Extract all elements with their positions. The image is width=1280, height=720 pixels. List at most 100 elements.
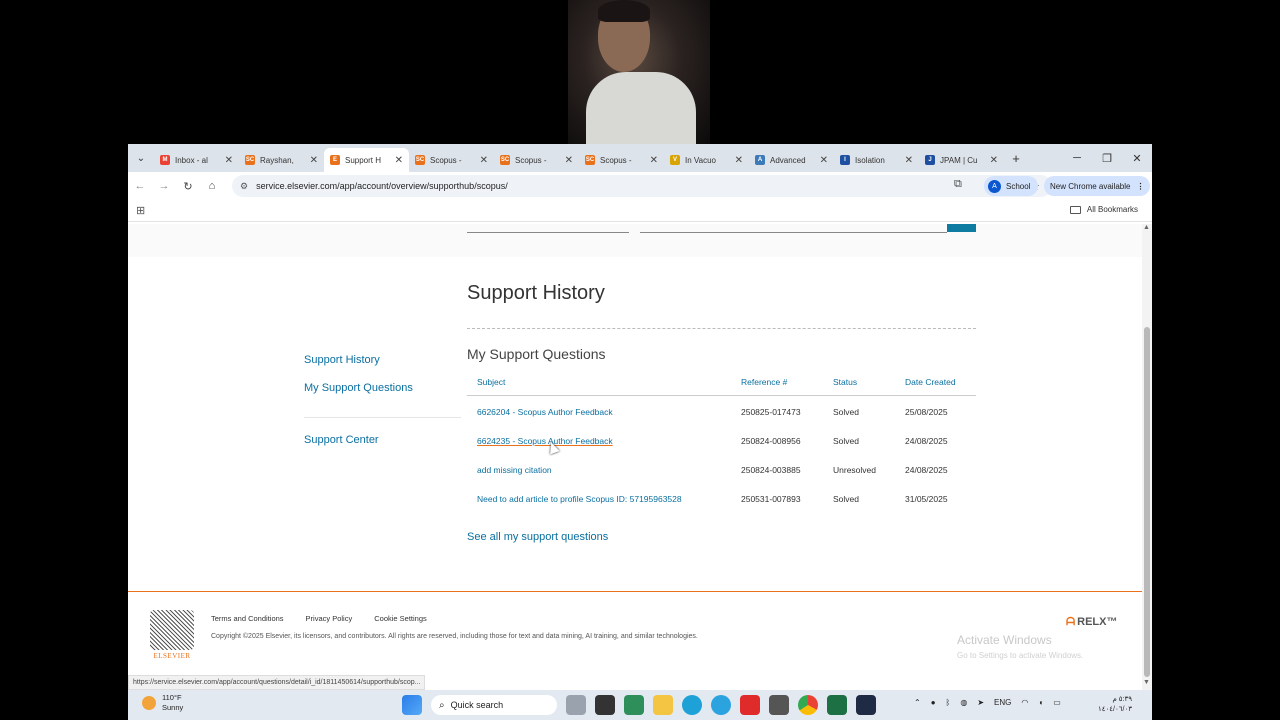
file-explorer-icon[interactable] bbox=[653, 695, 673, 715]
tab-label: Rayshan, bbox=[260, 155, 294, 165]
excel-icon[interactable] bbox=[827, 695, 847, 715]
browser-tab[interactable]: J JPAM | Cu ✕ bbox=[919, 148, 1004, 172]
table-row: add missing citation 250824-003885 Unres… bbox=[467, 454, 976, 483]
profile-button[interactable]: A School bbox=[984, 176, 1039, 196]
widgets-icon[interactable] bbox=[566, 695, 586, 715]
reference-number: 250531-007893 bbox=[741, 494, 801, 504]
relx-logo[interactable]: ᗩ RELX™ bbox=[1066, 616, 1117, 629]
terms-link[interactable]: Terms and Conditions bbox=[211, 614, 284, 623]
column-header-subject[interactable]: Subject bbox=[477, 377, 505, 387]
tab-label: Support H bbox=[345, 155, 382, 165]
tab-close-icon[interactable]: ✕ bbox=[480, 155, 488, 166]
tab-label: Advanced bbox=[770, 155, 806, 165]
telegram-icon[interactable] bbox=[711, 695, 731, 715]
sidebar-item-my-support-questions[interactable]: My Support Questions bbox=[304, 382, 413, 394]
app-icon[interactable] bbox=[856, 695, 876, 715]
clock[interactable]: ٥:٣٩ م ١٤٠٤/٠٦/٠٣ bbox=[1098, 695, 1132, 715]
language-indicator[interactable]: ENG bbox=[994, 698, 1011, 707]
edge-icon[interactable] bbox=[682, 695, 702, 715]
address-bar[interactable]: ⚙ service.elsevier.com/app/account/overv… bbox=[232, 175, 1052, 197]
copyright-text: Copyright ©2025 Elsevier, its licensors,… bbox=[211, 633, 698, 640]
question-subject-link[interactable]: 6624235 - Scopus Author Feedback bbox=[477, 436, 613, 446]
browser-window: ⌄ M Inbox - al ✕ SC Rayshan, ✕ E Support H ✕ SC S… bbox=[128, 144, 1152, 690]
scroll-down-icon[interactable]: ▼ bbox=[1143, 679, 1150, 686]
webcam-person-hair bbox=[598, 0, 650, 22]
task-view-icon[interactable] bbox=[595, 695, 615, 715]
youtube-icon[interactable] bbox=[740, 695, 760, 715]
sidebar-item-support-center[interactable]: Support Center bbox=[304, 434, 379, 446]
avatar: A bbox=[988, 179, 1001, 193]
tab-close-icon[interactable]: ✕ bbox=[310, 155, 318, 166]
browser-tab[interactable]: SC Scopus - ✕ bbox=[409, 148, 494, 172]
browser-tab[interactable]: A Advanced ✕ bbox=[749, 148, 834, 172]
webcam-overlay bbox=[568, 0, 710, 144]
site-info-icon[interactable]: ⚙ bbox=[240, 181, 248, 192]
extensions-icon[interactable]: ⧉ bbox=[954, 178, 962, 191]
back-button[interactable]: ← bbox=[128, 180, 152, 192]
bluetooth-icon[interactable]: ᛒ bbox=[946, 698, 951, 707]
column-header-reference[interactable]: Reference # bbox=[741, 377, 787, 387]
weather-widget[interactable]: 110°F Sunny bbox=[142, 693, 183, 713]
tab-close-icon[interactable]: ✕ bbox=[650, 155, 658, 166]
tab-close-icon[interactable]: ✕ bbox=[905, 155, 913, 166]
table-row: 6624235 - Scopus Author Feedback 250824-… bbox=[467, 425, 976, 454]
cookie-settings-link[interactable]: Cookie Settings bbox=[374, 614, 427, 623]
elsevier-tree-icon bbox=[150, 610, 194, 650]
page-title: Support History bbox=[467, 282, 605, 304]
column-header-date-created[interactable]: Date Created bbox=[905, 377, 956, 387]
question-subject-link[interactable]: Need to add article to profile Scopus ID… bbox=[477, 494, 682, 504]
tab-search-icon[interactable]: ⌄ bbox=[128, 144, 154, 172]
see-all-questions-link[interactable]: See all my support questions bbox=[467, 531, 608, 543]
browser-tab[interactable]: SC Rayshan, ✕ bbox=[239, 148, 324, 172]
tab-close-icon[interactable]: ✕ bbox=[225, 155, 233, 166]
tab-favicon-icon: E bbox=[330, 155, 340, 165]
taskbar-apps: ⌕ Quick search bbox=[402, 695, 885, 715]
taskbar-search[interactable]: ⌕ Quick search bbox=[431, 695, 557, 715]
app-icon[interactable] bbox=[624, 695, 644, 715]
apps-grid-icon[interactable]: ⊞ bbox=[136, 204, 145, 217]
new-tab-button[interactable]: + bbox=[1004, 151, 1028, 166]
scrollbar-thumb[interactable] bbox=[1144, 327, 1150, 677]
minimize-button[interactable]: ─ bbox=[1062, 144, 1092, 172]
forward-button[interactable]: → bbox=[152, 180, 176, 192]
browser-tab[interactable]: I Isolation ✕ bbox=[834, 148, 919, 172]
chrome-icon[interactable] bbox=[798, 695, 818, 715]
header-strip bbox=[128, 224, 1142, 257]
table-row: Need to add article to profile Scopus ID… bbox=[467, 483, 976, 512]
new-chrome-available-button[interactable]: New Chrome available ⋮ bbox=[1044, 176, 1151, 196]
browser-tab[interactable]: M Inbox - al ✕ bbox=[154, 148, 239, 172]
windows-start-icon[interactable] bbox=[402, 695, 422, 715]
reload-button[interactable]: ↻ bbox=[176, 180, 200, 193]
question-subject-link[interactable]: add missing citation bbox=[477, 465, 552, 475]
battery-icon[interactable]: ▭ bbox=[1053, 698, 1061, 707]
close-window-button[interactable]: ✕ bbox=[1122, 144, 1152, 172]
app-icon[interactable] bbox=[769, 695, 789, 715]
scroll-up-icon[interactable]: ▲ bbox=[1143, 224, 1150, 231]
volume-icon[interactable]: ◖ bbox=[1038, 698, 1043, 707]
tab-close-icon[interactable]: ✕ bbox=[395, 155, 403, 166]
browser-tab[interactable]: SC Scopus - ✕ bbox=[494, 148, 579, 172]
tray-app-icon[interactable]: ● bbox=[931, 698, 936, 707]
page-scrollbar[interactable]: ▲ ▼ bbox=[1142, 224, 1152, 690]
tab-label: Inbox - al bbox=[175, 155, 208, 165]
tab-close-icon[interactable]: ✕ bbox=[820, 155, 828, 166]
browser-tab[interactable]: V In Vacuo ✕ bbox=[664, 148, 749, 172]
home-button[interactable]: ⌂ bbox=[200, 180, 224, 192]
chevron-up-icon[interactable]: ⌃ bbox=[914, 698, 921, 707]
question-subject-link[interactable]: 6626204 - Scopus Author Feedback bbox=[477, 407, 613, 417]
restore-button[interactable]: ❐ bbox=[1092, 144, 1122, 172]
tab-close-icon[interactable]: ✕ bbox=[565, 155, 573, 166]
wifi-icon[interactable]: ◠ bbox=[1021, 698, 1028, 707]
mic-icon[interactable]: ◍ bbox=[960, 698, 967, 707]
tab-close-icon[interactable]: ✕ bbox=[990, 155, 998, 166]
privacy-link[interactable]: Privacy Policy bbox=[306, 614, 353, 623]
sidebar-item-support-history[interactable]: Support History bbox=[304, 354, 380, 366]
all-bookmarks-button[interactable]: All Bookmarks bbox=[1069, 205, 1138, 214]
elsevier-logo[interactable]: ELSEVIER bbox=[150, 610, 194, 660]
tab-close-icon[interactable]: ✕ bbox=[735, 155, 743, 166]
browser-tab[interactable]: E Support H ✕ bbox=[324, 148, 409, 172]
location-icon[interactable]: ➤ bbox=[977, 698, 984, 707]
column-header-status[interactable]: Status bbox=[833, 377, 857, 387]
browser-tab[interactable]: SC Scopus - ✕ bbox=[579, 148, 664, 172]
header-accent-block bbox=[947, 224, 976, 232]
